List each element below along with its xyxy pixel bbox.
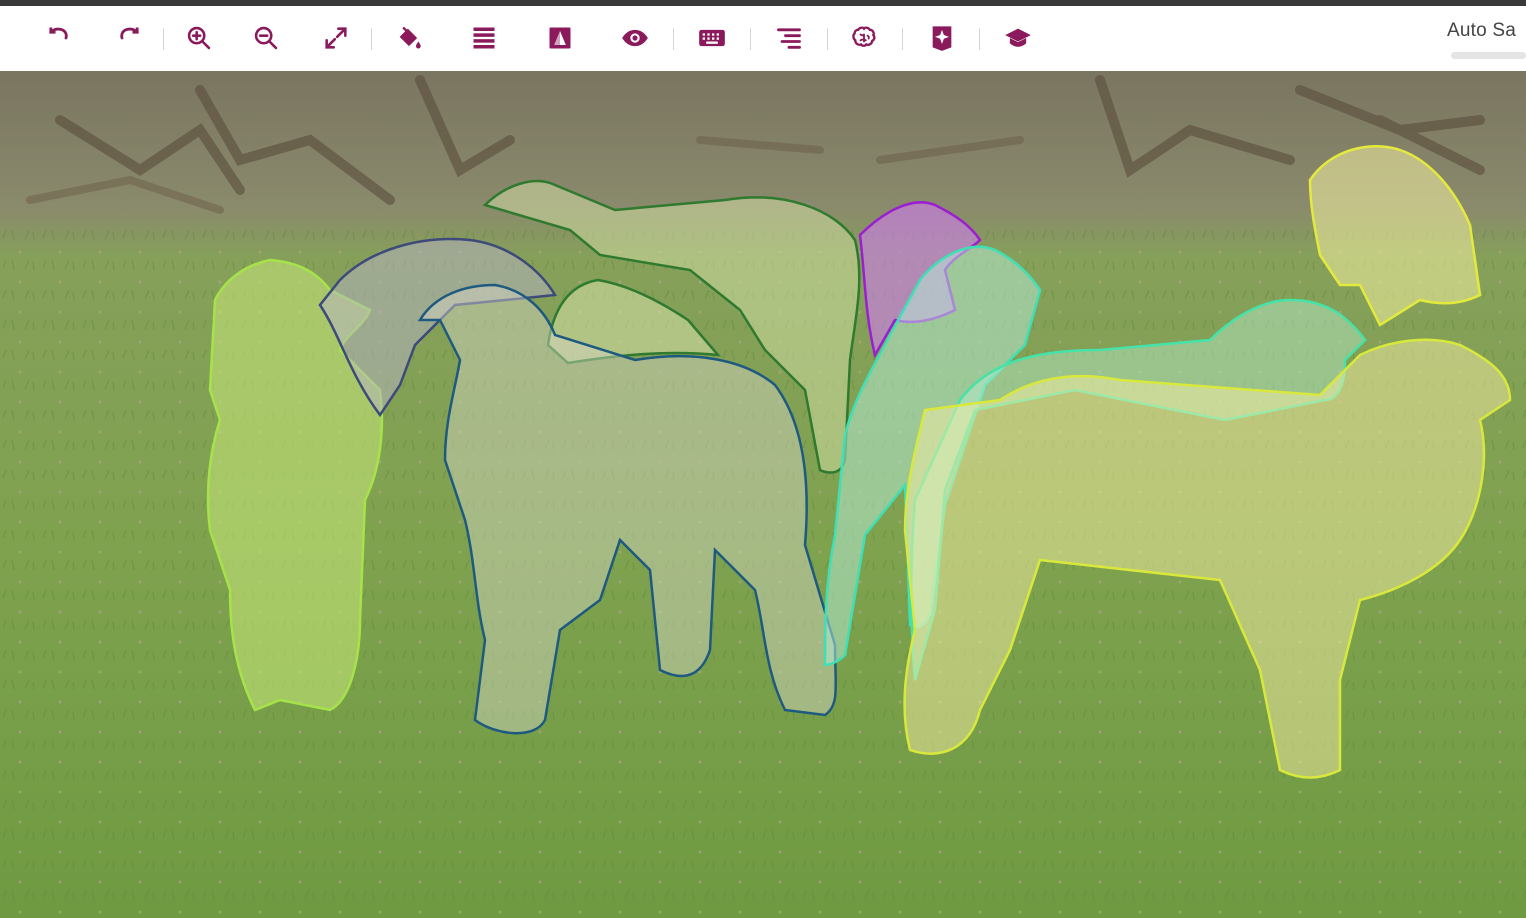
- redo-button[interactable]: [111, 20, 147, 56]
- annotation-toolbar: Auto Sa: [0, 6, 1526, 71]
- layers-button[interactable]: [466, 20, 502, 56]
- visibility-button[interactable]: [617, 20, 653, 56]
- training-button[interactable]: [1000, 20, 1036, 56]
- toolbar-divider: [750, 28, 751, 50]
- auto-save-label: Auto Sa: [1447, 20, 1517, 41]
- keyboard-icon: [699, 29, 725, 47]
- layers-list-icon: [473, 27, 495, 49]
- redo-icon: [120, 27, 139, 40]
- zoom-in-button[interactable]: [181, 20, 217, 56]
- toolbar-divider: [827, 28, 828, 50]
- align-right-icon: [777, 28, 801, 49]
- undo-button[interactable]: [41, 20, 77, 56]
- fit-screen-icon: [325, 27, 347, 49]
- graduation-cap-icon: [1005, 28, 1031, 47]
- fill-button[interactable]: [391, 20, 427, 56]
- shortcuts-button[interactable]: [694, 20, 730, 56]
- image-contrast-icon: [549, 27, 571, 49]
- undo-icon: [49, 27, 68, 40]
- magic-sparkle-icon: [932, 26, 952, 51]
- toolbar-divider: [371, 28, 372, 50]
- fit-screen-button[interactable]: [318, 20, 354, 56]
- paint-bucket-icon: [399, 26, 421, 49]
- image-and-masks: [0, 71, 1526, 918]
- toolbar-divider: [902, 28, 903, 50]
- auto-annotate-button[interactable]: [924, 20, 960, 56]
- align-button[interactable]: [771, 20, 807, 56]
- brain-icon: [852, 26, 876, 47]
- zoom-out-button[interactable]: [248, 20, 284, 56]
- auto-save-toggle[interactable]: [1451, 52, 1526, 59]
- toolbar-divider: [979, 28, 980, 50]
- toolbar-divider: [673, 28, 674, 50]
- zoom-out-icon: [254, 26, 278, 50]
- zoom-in-icon: [187, 26, 211, 50]
- eye-icon: [622, 29, 648, 47]
- toolbar-divider: [163, 28, 164, 50]
- image-adjust-button[interactable]: [542, 20, 578, 56]
- annotation-canvas[interactable]: [0, 71, 1526, 918]
- ai-model-button[interactable]: [846, 20, 882, 56]
